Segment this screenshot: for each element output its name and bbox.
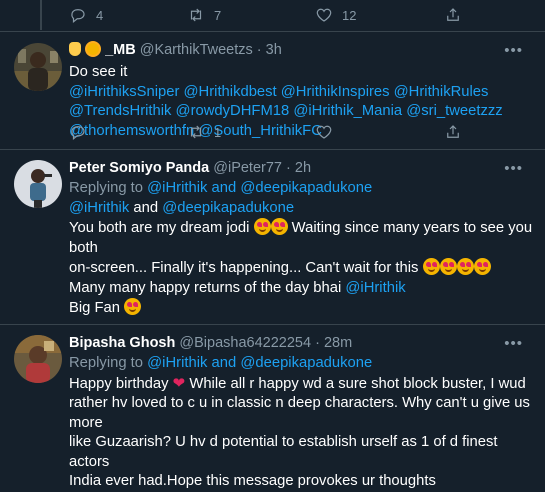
replying-to-and: and bbox=[211, 355, 237, 371]
heart-icon bbox=[316, 8, 332, 22]
tweet-text: Do see it @iHrithiksSniper @Hrithikdbest… bbox=[69, 63, 537, 141]
user-handle[interactable]: @iPeter77 bbox=[213, 160, 282, 176]
display-name[interactable]: Bipasha Ghosh bbox=[69, 335, 175, 351]
sun-emoji bbox=[87, 43, 100, 55]
share-button[interactable] bbox=[444, 6, 462, 24]
tweet-header: Peter Somiyo Panda @iPeter77 · 2h ••• bbox=[69, 160, 535, 180]
mention-link[interactable]: @iHrithik bbox=[147, 180, 207, 196]
timestamp[interactable]: 2h bbox=[295, 160, 311, 176]
display-name[interactable]: Peter Somiyo Panda bbox=[69, 160, 209, 176]
reply-count: 4 bbox=[96, 7, 104, 23]
mention-line: @iHrithik and @deepikapadukone bbox=[69, 199, 537, 219]
mention-line[interactable]: @TrendsHrithik @rowdyDHFM18 @iHrithik_Ma… bbox=[69, 102, 537, 122]
tweet-text: Replying to @iHrithik and @deepikapaduko… bbox=[69, 179, 537, 319]
tweet-text-segment: Happy birthday bbox=[69, 375, 169, 392]
reply-button[interactable] bbox=[69, 123, 87, 141]
separator-dot: · bbox=[256, 42, 262, 58]
retweet-icon bbox=[190, 8, 202, 22]
tweet-line: You both are my dream jodi Waiting since… bbox=[69, 218, 537, 258]
more-options-icon[interactable]: ••• bbox=[504, 160, 523, 177]
heart-eyes-emoji bbox=[270, 218, 288, 235]
tweet-line: India ever had.Hope this message provoke… bbox=[69, 473, 436, 489]
heart-eyes-emoji bbox=[253, 218, 271, 235]
heart-eyes-emoji bbox=[473, 258, 491, 275]
replying-to: Replying to @iHrithik and @deepikapaduko… bbox=[69, 179, 537, 199]
heart-eyes-emoji bbox=[439, 258, 457, 275]
mention-line[interactable]: @iHrithiksSniper @Hrithikdbest @HrithikI… bbox=[69, 83, 537, 103]
previous-tweet-actions: 4 7 12 bbox=[0, 0, 545, 32]
mention-link[interactable]: @iHrithik bbox=[147, 355, 207, 371]
mention-link[interactable]: @iHrithik bbox=[69, 200, 129, 216]
heart-icon bbox=[316, 125, 332, 139]
replying-to-and: and bbox=[211, 180, 237, 196]
ok-hand-emoji bbox=[69, 42, 81, 56]
like-count: 12 bbox=[342, 7, 357, 23]
retweet-count: 7 bbox=[214, 7, 222, 23]
avatar[interactable] bbox=[14, 160, 62, 208]
share-icon bbox=[447, 125, 459, 138]
tweet-text-segment: While all r happy wd a sure shot block b… bbox=[189, 375, 526, 392]
tweet-text-segment: You both are my dream jodi bbox=[69, 220, 250, 236]
avatar[interactable] bbox=[14, 43, 62, 91]
more-options-icon[interactable]: ••• bbox=[504, 335, 523, 352]
like-button[interactable]: 12 bbox=[315, 6, 356, 24]
heart-eyes-emoji bbox=[456, 258, 474, 275]
replying-to-label: Replying to bbox=[69, 355, 144, 371]
retweet-button[interactable]: 7 bbox=[187, 6, 221, 24]
tweet-text-segment: on-screen... Finally it's happening... C… bbox=[69, 260, 419, 276]
tweet[interactable]: Bipasha Ghosh @Bipasha64222254 · 28m •••… bbox=[0, 325, 545, 489]
share-button[interactable] bbox=[444, 123, 462, 141]
share-icon bbox=[447, 8, 459, 21]
tweet-line: on-screen... Finally it's happening... C… bbox=[69, 258, 537, 279]
heart-eyes-emoji bbox=[124, 298, 142, 315]
reply-button[interactable]: 4 bbox=[69, 6, 103, 24]
reply-icon bbox=[71, 126, 85, 140]
mention-link[interactable]: @deepikapadukone bbox=[240, 180, 372, 196]
tweet-line: Happy birthday ❤ While all r happy wd a … bbox=[69, 374, 537, 395]
mention-link[interactable]: @deepikapadukone bbox=[240, 355, 372, 371]
tweet-header: _MB @KarthikTweetzs · 3h ••• bbox=[69, 42, 535, 62]
timestamp[interactable]: 28m bbox=[324, 335, 352, 351]
separator-dot: · bbox=[286, 160, 291, 176]
heart-eyes-emoji bbox=[422, 258, 440, 275]
reply-icon bbox=[71, 9, 85, 23]
timestamp[interactable]: 3h bbox=[266, 42, 282, 58]
tweet-text-segment: Many many happy returns of the day bhai bbox=[69, 279, 342, 296]
and-text: and bbox=[133, 199, 159, 216]
retweet-count: 1 bbox=[214, 124, 222, 140]
display-name[interactable]: _MB bbox=[105, 42, 136, 58]
tweet-line: Do see it bbox=[69, 64, 128, 80]
replying-to-label: Replying to bbox=[69, 180, 144, 196]
user-handle[interactable]: @Bipasha64222254 bbox=[179, 335, 311, 351]
tweet-line: Big Fan bbox=[69, 298, 537, 319]
retweet-button[interactable]: 1 bbox=[187, 123, 221, 141]
tweet-text: Replying to @iHrithik and @deepikapaduko… bbox=[69, 354, 537, 492]
user-handle[interactable]: @KarthikTweetzs bbox=[140, 42, 253, 58]
mention-line[interactable]: @thorhemsworthfn @South_HrithikFC bbox=[69, 122, 537, 142]
tweet-line: rather hv loved to c u in classic n deep… bbox=[69, 395, 530, 431]
tweet-header: Bipasha Ghosh @Bipasha64222254 · 28m ••• bbox=[69, 335, 535, 355]
tweet-text-segment: Big Fan bbox=[69, 300, 120, 316]
retweet-icon bbox=[190, 125, 202, 139]
red-heart-emoji: ❤ bbox=[172, 374, 186, 392]
mention-link[interactable]: @iHrithik bbox=[345, 280, 405, 296]
replying-to: Replying to @iHrithik and @deepikapaduko… bbox=[69, 354, 537, 374]
tweet[interactable]: Peter Somiyo Panda @iPeter77 · 2h ••• Re… bbox=[0, 150, 545, 325]
separator-dot: · bbox=[315, 335, 320, 351]
mention-link[interactable]: @deepikapadukone bbox=[162, 200, 294, 216]
tweet-line: Many many happy returns of the day bhai … bbox=[69, 279, 537, 299]
more-options-icon[interactable]: ••• bbox=[504, 42, 523, 59]
avatar[interactable] bbox=[14, 335, 62, 383]
tweet[interactable]: _MB @KarthikTweetzs · 3h ••• Do see it @… bbox=[0, 32, 545, 150]
tweet-line: like Guzaarish? U hv d potential to esta… bbox=[69, 434, 498, 470]
like-button[interactable] bbox=[315, 123, 333, 141]
